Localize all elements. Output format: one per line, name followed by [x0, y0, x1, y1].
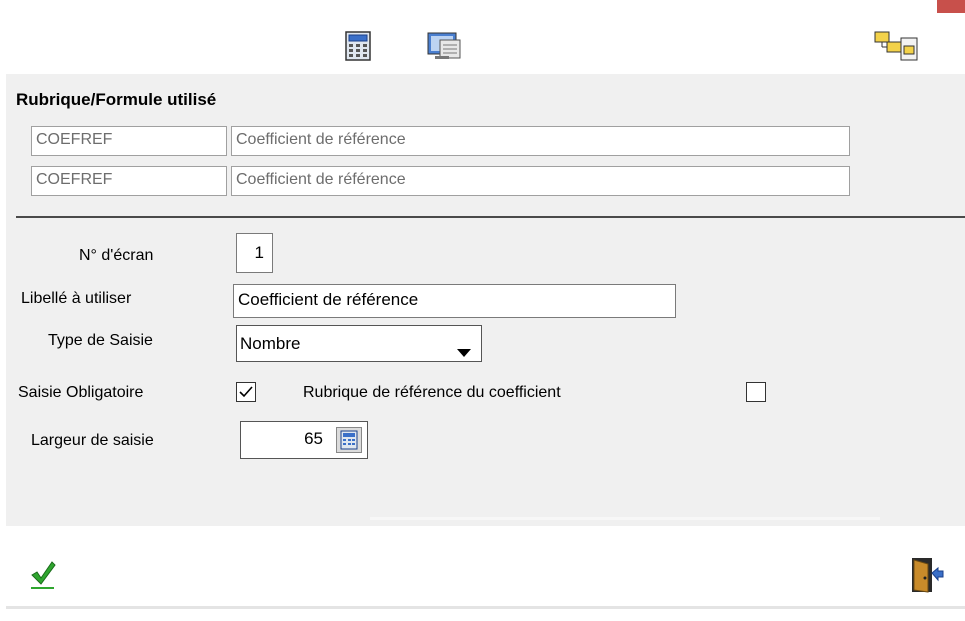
ecran-number-field[interactable]: 1	[236, 233, 273, 273]
rubrique-reference-checkbox[interactable]	[746, 382, 766, 402]
largeur-label: Largeur de saisie	[31, 432, 154, 449]
libelle-input[interactable]: Coefficient de référence	[233, 284, 676, 318]
rubrique-label-field: Coefficient de référence	[231, 126, 850, 156]
panel-divider	[370, 517, 880, 520]
saisie-obligatoire-label: Saisie Obligatoire	[18, 384, 144, 401]
action-bar	[0, 526, 965, 606]
screen-preview-icon[interactable]	[427, 32, 463, 62]
rubrique-code-field: COEFREF	[31, 126, 227, 156]
rubrique-label-field: Coefficient de référence	[231, 166, 850, 196]
type-saisie-label: Type de Saisie	[48, 332, 153, 349]
calculator-icon[interactable]	[336, 427, 362, 453]
ecran-label: N° d'écran	[79, 247, 154, 264]
section-separator	[16, 216, 965, 218]
saisie-obligatoire-checkbox[interactable]	[236, 382, 256, 402]
rubrique-code-field: COEFREF	[31, 166, 227, 196]
largeur-value: 65	[304, 429, 323, 448]
type-saisie-select[interactable]: Nombre	[236, 325, 482, 362]
calculator-icon[interactable]	[345, 31, 371, 61]
largeur-spinner[interactable]: 65	[240, 421, 368, 459]
checkmark-icon	[239, 386, 253, 398]
section-title: Rubrique/Formule utilisé	[16, 90, 217, 109]
libelle-label: Libellé à utiliser	[21, 290, 132, 307]
type-saisie-value: Nombre	[240, 334, 301, 353]
chevron-down-icon	[457, 342, 471, 361]
rubrique-reference-label: Rubrique de référence du coefficient	[303, 384, 561, 401]
window-corner-accent	[937, 0, 965, 13]
exit-door-icon[interactable]	[910, 556, 944, 594]
validate-check-icon[interactable]	[30, 560, 56, 590]
bottom-border	[6, 606, 965, 609]
tree-structure-icon[interactable]	[873, 30, 921, 64]
